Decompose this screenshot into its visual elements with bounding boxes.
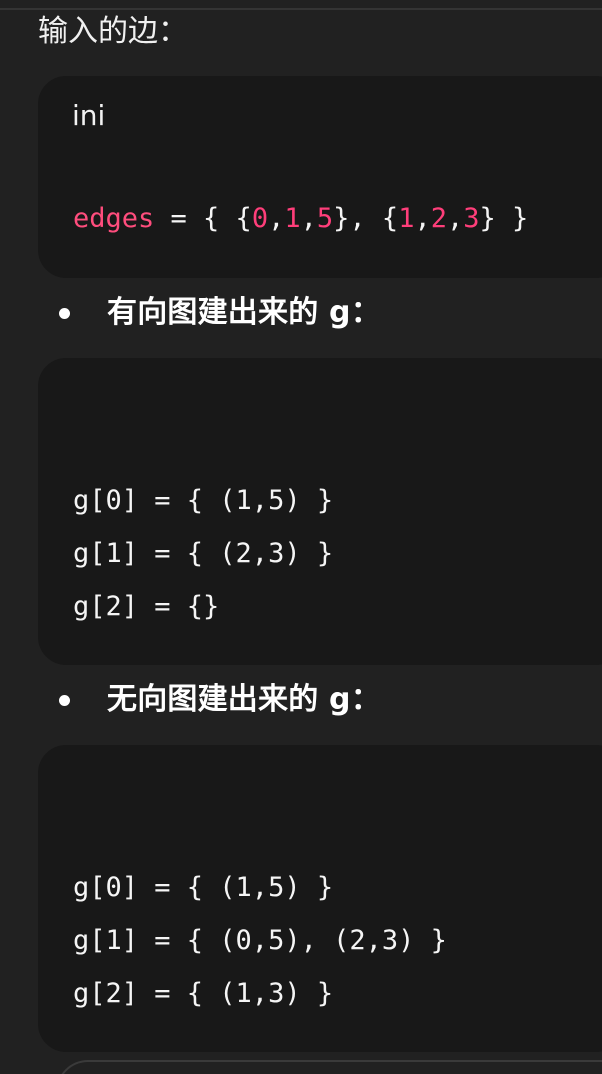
- next-block-edge: [56, 1060, 602, 1074]
- edges-keyword: edges: [73, 203, 155, 234]
- edges-code-block: ini edges = { {0,1,5}, {1,2,3} }: [38, 76, 602, 278]
- directed-graph-label: 有向图建出来的 g：: [107, 295, 381, 330]
- code-line: g[1] = { (0,5), (2,3) }: [73, 925, 447, 956]
- code-line: g[1] = { (2,3) }: [73, 538, 334, 569]
- edges-separator: }, {: [333, 203, 399, 234]
- edge-value-1b: 1: [398, 203, 415, 234]
- undirected-graph-label: 无向图建出来的 g：: [107, 682, 381, 717]
- edges-prefix: = { {: [154, 203, 252, 234]
- edges-code-line: edges = { {0,1,5}, {1,2,3} }: [73, 192, 528, 245]
- code-line: g[2] = { (1,3) }: [73, 978, 334, 1009]
- bullet-dot-icon: [59, 307, 70, 319]
- code-line: g[0] = { (1,5) }: [73, 485, 334, 516]
- edge-value-1: 1: [284, 203, 301, 234]
- edge-value-3: 3: [463, 203, 480, 234]
- directed-graph-bullet: 有向图建出来的 g：: [59, 293, 381, 333]
- bullet-dot-icon: [59, 694, 70, 706]
- edge-comma: ,: [300, 203, 317, 234]
- edges-code: edges = { {0,1,5}, {1,2,3} }: [73, 192, 528, 245]
- code-line: g[2] = {}: [73, 591, 220, 622]
- edge-comma: ,: [414, 203, 431, 234]
- directed-graph-code-block: g[0] = { (1,5) } g[1] = { (2,3) } g[2] = {…: [38, 358, 602, 665]
- edge-value-0: 0: [251, 203, 269, 234]
- directed-graph-code: g[0] = { (1,5) } g[1] = { (2,3) } g[2] = {…: [73, 474, 333, 633]
- code-language-label: ini: [72, 99, 106, 132]
- top-divider: [0, 8, 602, 10]
- chat-content: 输入的边： ini edges = { {0,1,5}, {1,2,3} } 有…: [0, 0, 602, 1074]
- code-line: g[0] = { (1,5) }: [73, 872, 334, 903]
- undirected-graph-bullet: 无向图建出来的 g：: [59, 680, 381, 720]
- edge-comma: ,: [268, 203, 285, 234]
- edge-comma: ,: [446, 203, 464, 234]
- input-edges-heading: 输入的边：: [38, 14, 188, 49]
- undirected-graph-code: g[0] = { (1,5) } g[1] = { (0,5), (2,3) } g…: [73, 861, 447, 1020]
- edges-suffix: } }: [479, 203, 529, 234]
- undirected-graph-code-block: g[0] = { (1,5) } g[1] = { (0,5), (2,3) } g…: [38, 745, 602, 1052]
- edge-value-5: 5: [316, 203, 334, 234]
- edge-value-2: 2: [430, 203, 447, 234]
